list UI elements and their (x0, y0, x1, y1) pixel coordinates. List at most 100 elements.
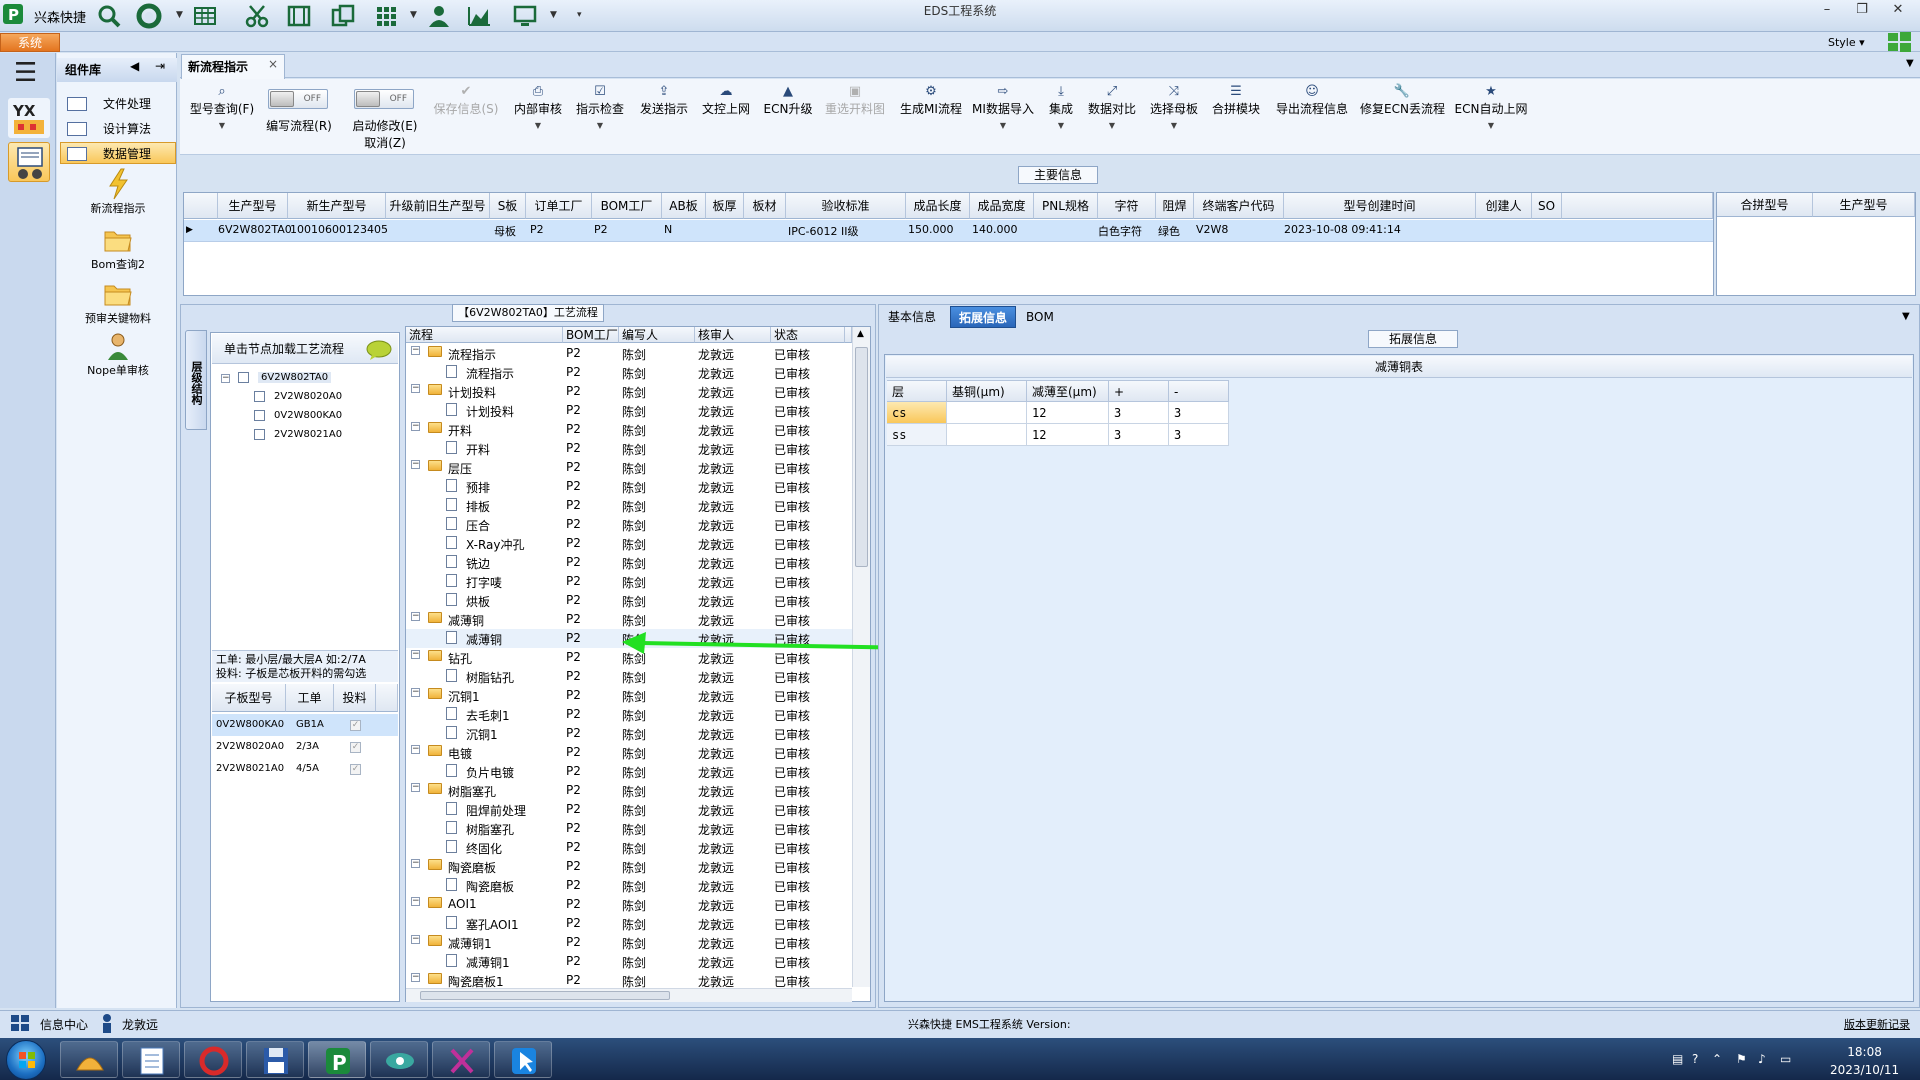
start-modify-toggle[interactable]: OFF (354, 89, 414, 109)
file-upload-button[interactable]: ☁ 文控上网 (700, 84, 752, 117)
lifebuoy-icon[interactable] (136, 3, 162, 29)
tree-collapse-icon[interactable]: − (411, 688, 420, 697)
library-item-algorithm[interactable]: 设计算法 (60, 117, 176, 139)
column-header[interactable]: 层 (887, 380, 947, 402)
column-header[interactable]: 字符 (1098, 193, 1156, 219)
column-header[interactable]: 状态 (771, 327, 845, 343)
column-header[interactable]: 合拼型号 (1717, 193, 1813, 217)
tree-collapse-icon[interactable]: − (411, 973, 420, 982)
table-row[interactable]: 树脂钻孔 P2 陈剑 龙敦远 已审核 (406, 667, 852, 686)
library-item-file[interactable]: 文件处理 (60, 92, 176, 114)
info-center-link[interactable]: 信息中心 (40, 1016, 88, 1033)
tree-collapse-icon[interactable]: − (411, 650, 420, 659)
plus-tolerance-cell[interactable]: 3 (1109, 424, 1169, 446)
feed-checkbox[interactable]: ✓ (350, 742, 361, 753)
taskbar-app-eye-icon[interactable] (370, 1041, 428, 1078)
table-row[interactable]: 终固化 P2 陈剑 龙敦远 已审核 (406, 838, 852, 857)
column-header[interactable]: 成品长度 (906, 193, 970, 219)
chevron-down-icon[interactable]: ▼ (1906, 58, 1914, 69)
yx-module-icon[interactable]: YX (8, 98, 50, 138)
plus-tolerance-cell[interactable]: 3 (1109, 402, 1169, 424)
table-row[interactable]: − 树脂塞孔 P2 陈剑 龙敦远 已审核 (406, 781, 852, 800)
tree-node[interactable]: 2V2W8020A0 (274, 391, 342, 402)
table-row[interactable]: 陶瓷磨板 P2 陈剑 龙敦远 已审核 (406, 876, 852, 895)
table-row[interactable]: 负片电镀 P2 陈剑 龙敦远 已审核 (406, 762, 852, 781)
column-header[interactable]: S板 (490, 193, 526, 219)
column-header[interactable]: 阻焊 (1156, 193, 1194, 219)
chevron-down-icon[interactable]: ▼ (410, 10, 417, 20)
table-row[interactable]: 减薄铜1 P2 陈剑 龙敦远 已审核 (406, 952, 852, 971)
table-row[interactable]: − 计划投料 P2 陈剑 龙敦远 已审核 (406, 382, 852, 401)
table-row[interactable]: 预排 P2 陈剑 龙敦远 已审核 (406, 477, 852, 496)
column-header[interactable]: 成品宽度 (970, 193, 1034, 219)
version-log-link[interactable]: 版本更新记录 (1844, 1016, 1910, 1032)
write-flow-toggle[interactable]: OFF (268, 89, 328, 109)
horizontal-scrollbar[interactable] (406, 988, 852, 1002)
tray-speaker-icon[interactable]: ♪ (1758, 1052, 1766, 1066)
export-flow-button[interactable]: ☺ 导出流程信息 (1274, 84, 1350, 117)
tree-node-checkbox[interactable] (238, 372, 249, 383)
tab-system[interactable]: 系统 (0, 33, 60, 52)
start-button[interactable] (6, 1040, 46, 1080)
tree-collapse-icon[interactable]: − (411, 935, 420, 944)
taskbar-app-red-icon[interactable] (184, 1041, 242, 1078)
customize-toolbar-icon[interactable]: ▾ (577, 10, 582, 20)
chevron-down-icon[interactable]: ▼ (550, 10, 557, 20)
column-header[interactable]: 工单 (286, 684, 334, 712)
tree-node[interactable]: 2V2W8021A0 (274, 429, 342, 440)
feed-checkbox[interactable]: ✓ (350, 720, 361, 731)
table-row[interactable]: 排板 P2 陈剑 龙敦远 已审核 (406, 496, 852, 515)
table-row[interactable]: 去毛刺1 P2 陈剑 龙敦远 已审核 (406, 705, 852, 724)
integrate-button[interactable]: ⤓ 集成 ▼ (1044, 84, 1078, 130)
table-row[interactable]: 塞孔AOI1 P2 陈剑 龙敦远 已审核 (406, 914, 852, 933)
table-row[interactable]: 树脂塞孔 P2 陈剑 龙敦远 已审核 (406, 819, 852, 838)
style-menu[interactable]: Style ▾ (1828, 36, 1865, 49)
tree-collapse-icon[interactable]: − (411, 346, 420, 355)
tree-collapse-icon[interactable]: − (221, 374, 230, 383)
chevron-down-icon[interactable]: ▼ (176, 10, 183, 20)
minus-tolerance-cell[interactable]: 3 (1169, 402, 1229, 424)
send-instruction-button[interactable]: ⇪ 发送指示 (638, 84, 690, 117)
column-header[interactable]: 新生产型号 (288, 193, 386, 219)
tool-new-flow[interactable]: 新流程指示 (60, 168, 176, 216)
query-model-button[interactable]: ⌕ 型号查询(F) ▼ (186, 84, 258, 130)
pin-icon[interactable]: ⇥ (155, 59, 165, 73)
copy-icon[interactable] (330, 3, 356, 29)
scroll-thumb[interactable] (855, 347, 868, 567)
table-row[interactable]: X-Ray冲孔 P2 陈剑 龙敦远 已审核 (406, 534, 852, 553)
tray-flag-icon[interactable]: ⚑ (1736, 1052, 1747, 1066)
windows-grid-icon[interactable] (10, 1014, 30, 1032)
table-icon[interactable] (192, 3, 218, 29)
table-row[interactable]: − 层压 P2 陈剑 龙敦远 已审核 (406, 458, 852, 477)
tree-collapse-icon[interactable]: − (411, 783, 420, 792)
tree-collapse-icon[interactable]: − (411, 897, 420, 906)
base-copper-cell[interactable] (947, 402, 1027, 424)
table-row[interactable]: − 开料 P2 陈剑 龙敦远 已审核 (406, 420, 852, 439)
column-header[interactable]: AB板 (662, 193, 706, 219)
tree-collapse-icon[interactable]: − (411, 612, 420, 621)
menu-icon[interactable]: ☰ (14, 60, 37, 86)
generate-mi-button[interactable]: ⚙ 生成MI流程 (896, 84, 966, 117)
table-row[interactable]: 打字唛 P2 陈剑 龙敦远 已审核 (406, 572, 852, 591)
feed-checkbox[interactable]: ✓ (350, 764, 361, 775)
select-mother-board-button[interactable]: ⤨ 选择母板 ▼ (1148, 84, 1200, 130)
mi-import-button[interactable]: ⇨ MI数据导入 ▼ (970, 84, 1036, 130)
tab-bom[interactable]: BOM (1018, 306, 1062, 328)
table-row[interactable]: − 陶瓷磨板 P2 陈剑 龙敦远 已审核 (406, 857, 852, 876)
fix-ecn-button[interactable]: 🔧 修复ECN丢流程 (1360, 84, 1445, 117)
scroll-up-icon[interactable]: ▲ (857, 329, 864, 339)
reselect-drawing-button[interactable]: ▣ 重选开料图 (820, 84, 890, 117)
ecn-auto-button[interactable]: ★ ECN自动上网 ▼ (1454, 84, 1528, 130)
column-header[interactable]: 核审人 (695, 327, 771, 343)
table-row[interactable]: − 电镀 P2 陈剑 龙敦远 已审核 (406, 743, 852, 762)
table-row[interactable]: − 减薄铜1 P2 陈剑 龙敦远 已审核 (406, 933, 852, 952)
layer-cell[interactable]: ss (887, 424, 947, 446)
tree-collapse-icon[interactable]: − (411, 460, 420, 469)
library-item-data-management[interactable]: 数据管理 (60, 142, 176, 164)
target-copper-cell[interactable]: 12 (1027, 424, 1109, 446)
table-row[interactable]: 压合 P2 陈剑 龙敦远 已审核 (406, 515, 852, 534)
chevron-left-icon[interactable]: ◀ (130, 59, 139, 73)
tree-collapse-icon[interactable]: − (411, 384, 420, 393)
check-instruction-button[interactable]: ☑ 指示检查 ▼ (574, 84, 626, 130)
column-header[interactable]: 生产型号 (218, 193, 288, 219)
